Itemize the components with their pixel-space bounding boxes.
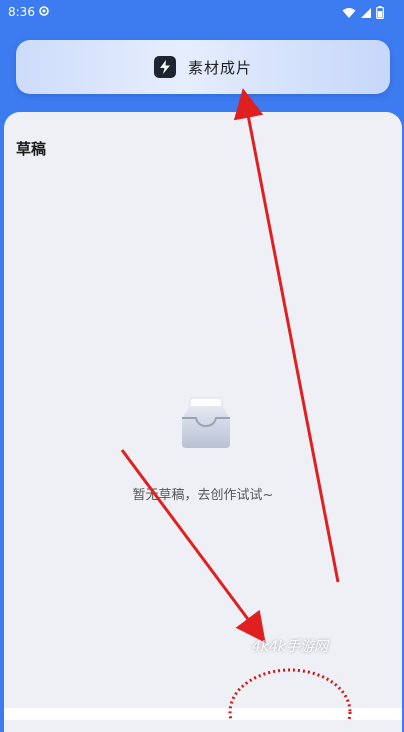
wifi-icon [342,7,356,18]
empty-inbox-icon [182,397,230,448]
bolt-icon [153,56,176,78]
settings-icon [39,6,49,16]
signal-icon [361,7,371,18]
drafts-panel: 草稿 暂无草稿，去创作试试~ [4,112,402,732]
drafts-title: 草稿 [16,140,47,158]
material-button-label: 素材成片 [187,58,252,77]
status-bar: 8:36 [0,0,404,26]
status-icons [342,6,384,19]
empty-drafts-message: 暂无草稿，去创作试试~ [132,488,274,503]
status-time: 8:36 [8,5,35,19]
watermark: 4k4k手游网 [252,639,329,655]
bottom-bar [4,708,402,720]
battery-icon [376,6,384,19]
material-to-video-button[interactable]: 素材成片 [16,40,390,94]
